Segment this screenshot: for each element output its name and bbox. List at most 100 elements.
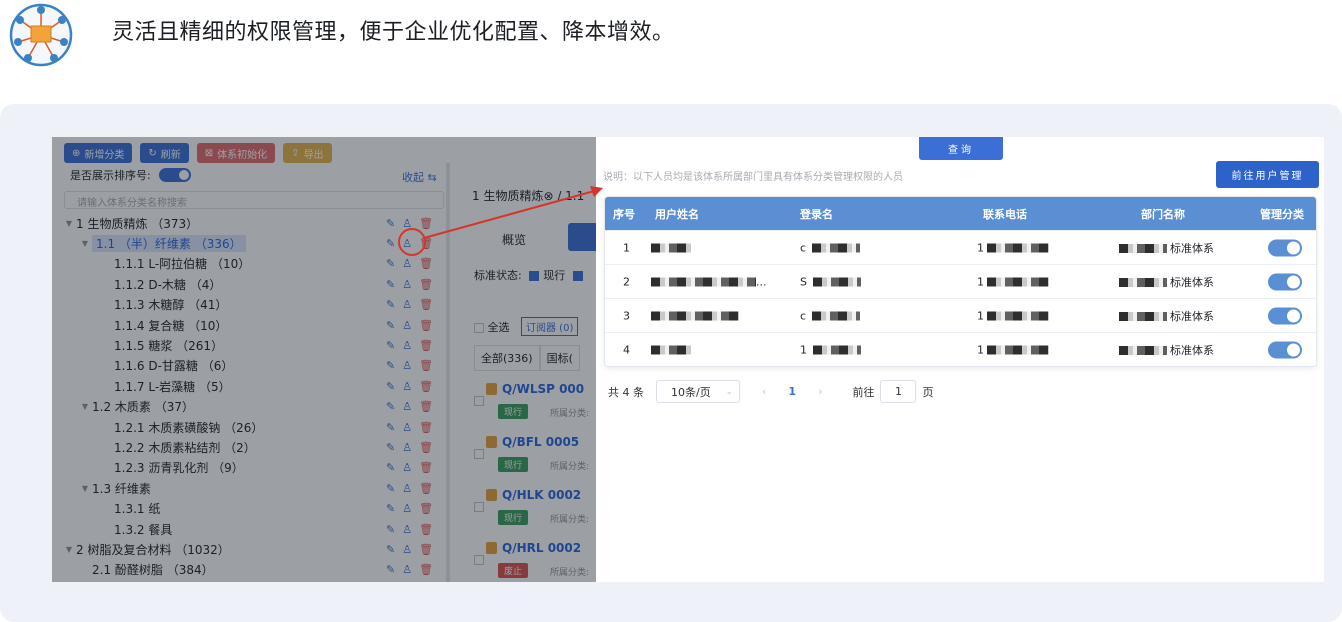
user-permission-icon[interactable]: ♙ (402, 543, 412, 556)
user-permission-icon[interactable]: ♙ (402, 421, 412, 434)
standard-checkbox[interactable] (474, 449, 484, 459)
user-permission-icon[interactable]: ♙ (402, 502, 412, 515)
user-permission-icon[interactable]: ♙ (402, 563, 412, 576)
edit-icon[interactable]: ✎ (386, 461, 395, 474)
delete-icon[interactable]: 🗑 (419, 502, 433, 515)
standard-checkbox[interactable] (474, 396, 484, 406)
tree-node[interactable]: 1.1.7 L-岩藻糖 （5） ✎ ♙ 🗑 (52, 376, 447, 396)
delete-icon[interactable]: 🗑 (419, 482, 433, 495)
edit-icon[interactable]: ✎ (386, 502, 395, 515)
standard-code[interactable]: Q/WLSP 000 (502, 382, 584, 396)
subscriber-button[interactable]: 订阅器 (0) (521, 317, 579, 336)
delete-icon[interactable]: 🗑 (419, 319, 433, 332)
sort-number-toggle[interactable] (158, 168, 191, 182)
user-permission-icon[interactable]: ♙ (402, 523, 412, 536)
tree-node[interactable]: 1.1.5 糖浆 （261） ✎ ♙ 🗑 (52, 335, 447, 355)
user-permission-icon[interactable]: ♙ (402, 359, 412, 372)
tree-node[interactable]: ▼ 1 生物质精炼 （373） ✎ ♙ 🗑 (52, 213, 447, 233)
user-permission-icon[interactable]: ♙ (402, 257, 412, 270)
edit-icon[interactable]: ✎ (386, 339, 395, 352)
export-button[interactable]: ⇪ 导出 (283, 143, 332, 163)
status-other-checkbox[interactable] (572, 271, 583, 281)
delete-icon[interactable]: 🗑 (419, 543, 433, 556)
tree-caret-icon[interactable]: ▼ (78, 484, 92, 493)
query-button[interactable]: 查询 (919, 137, 1003, 160)
edit-icon[interactable]: ✎ (386, 482, 395, 495)
manage-category-switch[interactable] (1268, 239, 1302, 256)
tree-node[interactable]: ▼ 1.1 （半）纤维素 （336） ✎ ♙ 🗑 (52, 233, 447, 253)
tab-active[interactable] (568, 223, 596, 251)
user-permission-icon[interactable]: ♙ (402, 482, 412, 495)
edit-icon[interactable]: ✎ (386, 441, 395, 454)
edit-icon[interactable]: ✎ (386, 257, 395, 270)
edit-icon[interactable]: ✎ (386, 523, 395, 536)
tab-national-standards[interactable]: 国标( (539, 345, 580, 371)
standard-code[interactable]: Q/HRL 0002 (502, 541, 581, 555)
status-current-checkbox[interactable] (529, 271, 540, 281)
edit-icon[interactable]: ✎ (386, 421, 395, 434)
tree-node[interactable]: 2.1 酚醛树脂 （384） ✎ ♙ 🗑 (52, 560, 447, 580)
tree-node[interactable]: ▼ 1.2 木质素 （37） ✎ ♙ 🗑 (52, 397, 447, 417)
current-page[interactable]: 1 (788, 385, 796, 398)
user-permission-icon[interactable]: ♙ (402, 380, 412, 393)
next-page-icon[interactable]: › (818, 385, 822, 398)
select-all-checkbox[interactable] (474, 323, 484, 333)
tree-node[interactable]: 1.1.6 D-甘露糖 （6） ✎ ♙ 🗑 (52, 356, 447, 376)
edit-icon[interactable]: ✎ (386, 400, 395, 413)
edit-icon[interactable]: ✎ (386, 359, 395, 372)
delete-icon[interactable]: 🗑 (419, 339, 433, 352)
delete-icon[interactable]: 🗑 (419, 563, 433, 576)
edit-icon[interactable]: ✎ (386, 563, 395, 576)
edit-icon[interactable]: ✎ (386, 319, 395, 332)
tree-search-input[interactable]: 请输入体系分类名称搜索 (64, 191, 444, 209)
edit-icon[interactable]: ✎ (386, 278, 395, 291)
tree-node[interactable]: 1.2.1 木质素磺酸钠 （26） ✎ ♙ 🗑 (52, 417, 447, 437)
delete-icon[interactable]: 🗑 (419, 461, 433, 474)
tree-node[interactable]: ▼ 2 树脂及复合材料 （1032） ✎ ♙ 🗑 (52, 539, 447, 559)
user-permission-icon[interactable]: ♙ (402, 298, 412, 311)
standard-code[interactable]: Q/HLK 0002 (502, 488, 581, 502)
user-permission-icon[interactable]: ♙ (402, 217, 412, 230)
user-permission-icon[interactable]: ♙ (402, 400, 412, 413)
tree-node[interactable]: 1.3.2 餐具 ✎ ♙ 🗑 (52, 519, 447, 539)
standard-checkbox[interactable] (474, 502, 484, 512)
standard-code[interactable]: Q/BFL 0005 (502, 435, 579, 449)
add-category-button[interactable]: ⊕ 新增分类 (64, 143, 133, 163)
user-permission-icon[interactable]: ♙ (402, 319, 412, 332)
tree-caret-icon[interactable]: ▼ (78, 402, 92, 411)
delete-icon[interactable]: 🗑 (419, 359, 433, 372)
edit-icon[interactable]: ✎ (386, 380, 395, 393)
user-permission-icon[interactable]: ♙ (402, 461, 412, 474)
tree-node[interactable]: 1.1.4 复合糖 （10） ✎ ♙ 🗑 (52, 315, 447, 335)
edit-icon[interactable]: ✎ (386, 543, 395, 556)
collapse-link[interactable]: 收起 ⇆ (402, 169, 437, 185)
tree-caret-icon[interactable]: ▼ (78, 239, 92, 248)
tab-overview[interactable]: 概览 (502, 231, 526, 248)
manage-category-switch[interactable] (1268, 273, 1302, 290)
refresh-button[interactable]: ↻ 刷新 (140, 143, 189, 163)
page-size-select[interactable]: 10条/页 ⌄ (656, 380, 740, 403)
user-permission-icon[interactable]: ♙ (402, 339, 412, 352)
goto-page-input[interactable]: 1 (880, 380, 917, 403)
tree-node[interactable]: 1.1.1 L-阿拉伯糖 （10） ✎ ♙ 🗑 (52, 254, 447, 274)
delete-icon[interactable]: 🗑 (419, 257, 433, 270)
tree-node[interactable]: 1.1.2 D-木糖 （4） ✎ ♙ 🗑 (52, 274, 447, 294)
tree-node[interactable]: ▼ 1.3 纤维素 ✎ ♙ 🗑 (52, 478, 447, 498)
user-permission-icon[interactable]: ♙ (402, 237, 412, 250)
tab-all-standards[interactable]: 全部(336) (474, 345, 540, 371)
manage-category-switch[interactable] (1268, 341, 1302, 358)
tree-caret-icon[interactable]: ▼ (62, 545, 76, 554)
pane-splitter[interactable] (446, 163, 450, 582)
delete-icon[interactable]: 🗑 (419, 421, 433, 434)
user-permission-icon[interactable]: ♙ (402, 278, 412, 291)
delete-icon[interactable]: 🗑 (419, 400, 433, 413)
delete-icon[interactable]: 🗑 (419, 217, 433, 230)
edit-icon[interactable]: ✎ (386, 217, 395, 230)
tree-node[interactable]: 1.2.3 沥青乳化剂 （9） ✎ ♙ 🗑 (52, 458, 447, 478)
delete-icon[interactable]: 🗑 (419, 380, 433, 393)
delete-icon[interactable]: 🗑 (419, 298, 433, 311)
goto-user-management-button[interactable]: 前往用户管理 (1216, 161, 1319, 188)
edit-icon[interactable]: ✎ (386, 237, 395, 250)
delete-icon[interactable]: 🗑 (419, 523, 433, 536)
manage-category-switch[interactable] (1268, 307, 1302, 324)
